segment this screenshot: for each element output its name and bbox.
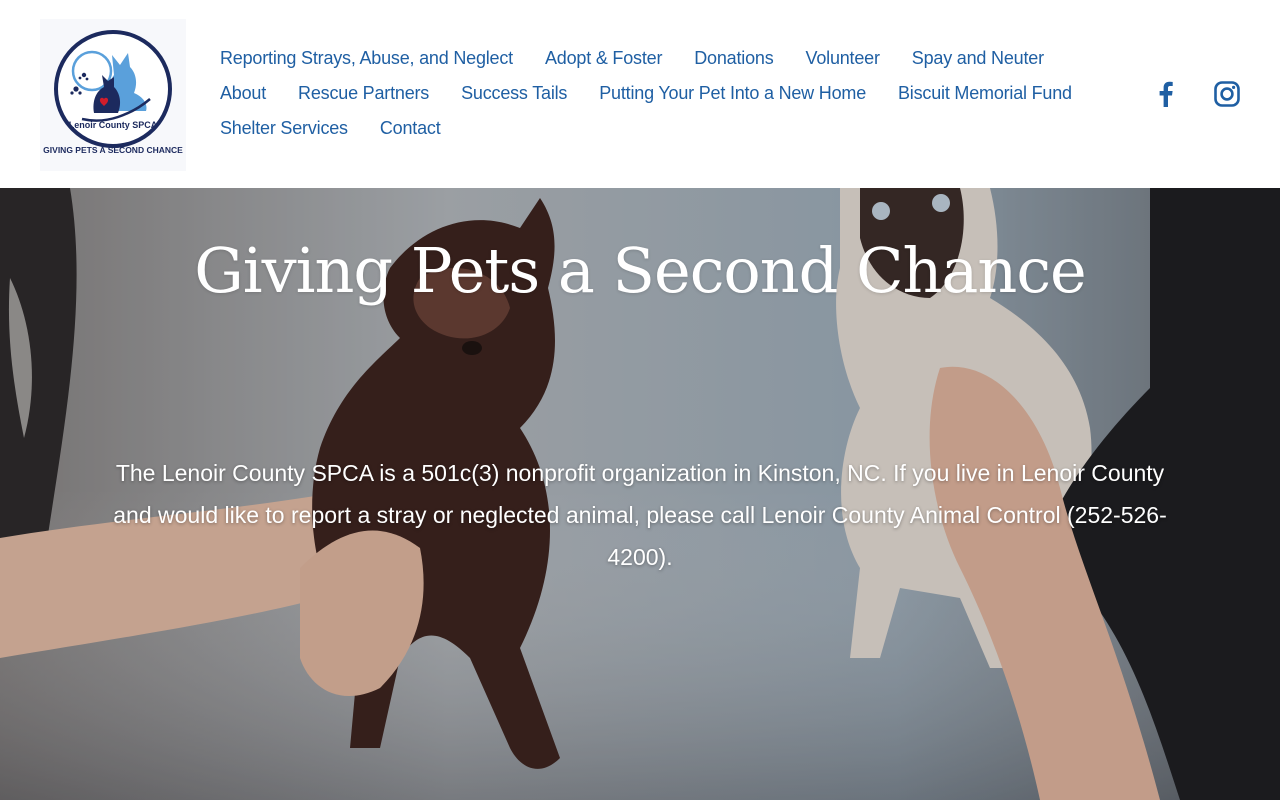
- nav-adopt-foster[interactable]: Adopt & Foster: [529, 48, 678, 69]
- nav-row: Shelter Services Contact: [204, 111, 1084, 146]
- site-logo[interactable]: Lenoir County SPCA GIVING PETS A SECOND …: [40, 19, 186, 171]
- logo-tagline: GIVING PETS A SECOND CHANCE: [43, 145, 183, 155]
- nav-row: About Rescue Partners Success Tails Putt…: [204, 76, 1084, 111]
- nav-volunteer[interactable]: Volunteer: [790, 48, 896, 69]
- hero-banner: Giving Pets a Second Chance The Lenoir C…: [0, 188, 1280, 800]
- instagram-link[interactable]: [1211, 78, 1243, 110]
- logo-org-name: Lenoir County SPCA: [69, 120, 158, 130]
- nav-shelter-services[interactable]: Shelter Services: [204, 118, 364, 139]
- main-navigation: Reporting Strays, Abuse, and Neglect Ado…: [204, 41, 1084, 146]
- nav-rehoming[interactable]: Putting Your Pet Into a New Home: [583, 83, 882, 104]
- nav-about[interactable]: About: [204, 83, 282, 104]
- nav-reporting-strays[interactable]: Reporting Strays, Abuse, and Neglect: [204, 48, 529, 69]
- facebook-icon: [1159, 81, 1173, 107]
- nav-rescue-partners[interactable]: Rescue Partners: [282, 83, 445, 104]
- facebook-link[interactable]: [1149, 78, 1181, 110]
- hero-description: The Lenoir County SPCA is a 501c(3) nonp…: [113, 460, 1167, 570]
- nav-donations[interactable]: Donations: [678, 48, 789, 69]
- nav-row: Reporting Strays, Abuse, and Neglect Ado…: [204, 41, 1084, 76]
- hero-title: Giving Pets a Second Chance: [194, 234, 1087, 307]
- spca-logo-icon: Lenoir County SPCA GIVING PETS A SECOND …: [43, 30, 183, 155]
- instagram-icon: [1214, 81, 1240, 107]
- nav-contact[interactable]: Contact: [364, 118, 457, 139]
- nav-spay-neuter[interactable]: Spay and Neuter: [896, 48, 1060, 69]
- nav-success-tails[interactable]: Success Tails: [445, 83, 583, 104]
- nav-biscuit-fund[interactable]: Biscuit Memorial Fund: [882, 83, 1088, 104]
- site-header: Lenoir County SPCA GIVING PETS A SECOND …: [0, 0, 1280, 188]
